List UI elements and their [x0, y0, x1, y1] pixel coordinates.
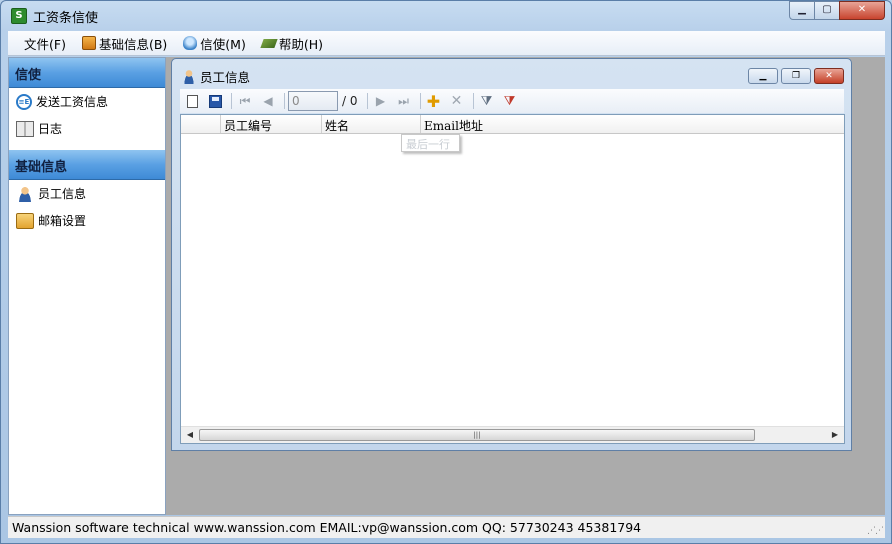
maximize-button[interactable]: ▢: [814, 1, 840, 20]
app-icon: S: [11, 8, 27, 24]
mailbox-icon: [16, 212, 34, 229]
toolbar-separator: [231, 93, 232, 109]
minimize-button[interactable]: ▁: [789, 1, 815, 20]
position-input[interactable]: 0: [288, 91, 338, 111]
grid-header-row: 员工编号 姓名 Email地址: [181, 115, 844, 134]
window-title: 工资条信使: [33, 11, 99, 26]
nav-item-label: 邮箱设置: [38, 214, 87, 228]
menu-help-label: 帮助(H): [278, 36, 323, 52]
menu-bar: 文件(F) 基础信息(B) 信使(M) 帮助(H): [8, 31, 885, 56]
scrollbar-thumb[interactable]: |||: [199, 429, 755, 441]
child-title-bar[interactable]: 员工信息: [182, 67, 250, 86]
new-document-button[interactable]: [182, 91, 202, 111]
binding-navigator-toolbar: ⏮ ◀ 0 / 0 ▶ ⏭ ✚ ✕ ⧩ ⧩: [180, 89, 844, 113]
menu-messenger[interactable]: 信使(M): [175, 32, 254, 54]
send-email-icon: ≡E: [16, 93, 32, 110]
move-previous-icon: ◀: [263, 94, 273, 108]
status-bar: Wanssion software technical www.wanssion…: [8, 516, 885, 538]
title-bar[interactable]: S 工资条信使 ▁ ▢ ✕: [1, 1, 891, 29]
child-close-button[interactable]: ✕: [814, 68, 844, 84]
nav-section-title: 基础信息: [15, 160, 68, 175]
add-new-button[interactable]: ✚: [424, 91, 444, 111]
scroll-right-arrow-icon[interactable]: ▶: [828, 429, 842, 441]
child-window-controls: ▁ ❐ ✕: [745, 68, 844, 84]
save-icon: [208, 94, 222, 108]
menu-messenger-label: 信使(M): [200, 36, 246, 52]
nav-item-label: 员工信息: [38, 187, 87, 201]
navigation-panel: 信使 ≡E 发送工资信息 日志 基础信息 员工信息 邮箱设置: [8, 57, 166, 515]
clear-filter-icon: ⧩: [503, 93, 516, 109]
move-first-button[interactable]: ⏮: [235, 91, 255, 111]
child-restore-button[interactable]: ❐: [781, 68, 811, 84]
employee-info-window: 员工信息 ▁ ❐ ✕ ⏮ ◀ 0 / 0 ▶ ⏭ ✚ ✕ ⧩ ⧩ 员工编号 姓名…: [171, 58, 852, 451]
delete-button[interactable]: ✕: [447, 91, 467, 111]
client-area: 信使 ≡E 发送工资信息 日志 基础信息 员工信息 邮箱设置 员工信息 ▁ ❐ …: [8, 57, 885, 515]
row-header-cell[interactable]: [181, 115, 221, 133]
window-controls: ▁ ▢ ✕: [789, 1, 885, 20]
book-icon: [260, 38, 278, 48]
person-icon: [182, 69, 196, 84]
move-last-button[interactable]: ⏭: [394, 91, 414, 111]
save-button[interactable]: [205, 91, 225, 111]
person-icon: [16, 185, 34, 202]
menu-basic-info[interactable]: 基础信息(B): [74, 32, 175, 54]
menu-file[interactable]: 文件(F): [16, 32, 74, 54]
column-header-employee-id[interactable]: 员工编号: [221, 115, 322, 133]
toolbar-separator: [284, 93, 285, 109]
delete-icon: ✕: [450, 93, 463, 109]
tooltip: 最后一行: [401, 134, 460, 152]
nav-item-mailbox-settings[interactable]: 邮箱设置: [9, 207, 165, 234]
filter-icon: ⧩: [480, 93, 493, 109]
nav-item-employee-info[interactable]: 员工信息: [9, 180, 165, 207]
nav-item-send-salary[interactable]: ≡E 发送工资信息: [9, 88, 165, 115]
main-window: S 工资条信使 ▁ ▢ ✕ 文件(F) 基础信息(B) 信使(M) 帮助(H) …: [0, 0, 892, 544]
menu-basic-info-label: 基础信息(B): [98, 36, 168, 52]
employee-data-grid[interactable]: 员工编号 姓名 Email地址 最后一行 ◀ ||| ▶: [180, 114, 845, 444]
resize-grip-icon[interactable]: ⋰⋰: [867, 526, 884, 536]
scroll-left-arrow-icon[interactable]: ◀: [183, 429, 197, 441]
move-next-button[interactable]: ▶: [371, 91, 391, 111]
log-book-icon: [16, 120, 34, 137]
move-next-icon: ▶: [375, 94, 386, 108]
move-first-icon: ⏮: [239, 93, 251, 108]
toolbar-separator: [419, 93, 421, 109]
horizontal-scrollbar[interactable]: ◀ ||| ▶: [181, 426, 844, 443]
move-last-icon: ⏭: [398, 93, 409, 108]
status-text: Wanssion software technical www.wanssion…: [12, 520, 642, 535]
count-label: / 0: [342, 94, 358, 108]
nav-section-header-basic-info[interactable]: 基础信息: [9, 150, 165, 180]
menu-file-label: 文件(F): [24, 36, 66, 52]
child-minimize-button[interactable]: ▁: [748, 68, 778, 84]
nav-item-label: 日志: [38, 122, 63, 136]
nav-section-header-messenger[interactable]: 信使: [9, 58, 165, 88]
box-icon: [81, 36, 96, 50]
lightbulb-icon: [183, 36, 198, 50]
nav-section-title: 信使: [15, 68, 42, 83]
child-window-title: 员工信息: [200, 70, 251, 85]
clear-filter-button[interactable]: ⧩: [500, 91, 520, 111]
close-button[interactable]: ✕: [839, 1, 885, 20]
toolbar-separator: [366, 93, 368, 109]
move-previous-button[interactable]: ◀: [258, 91, 278, 111]
plus-icon: ✚: [426, 91, 441, 111]
nav-item-log[interactable]: 日志: [9, 115, 165, 142]
column-header-email[interactable]: Email地址: [421, 115, 571, 133]
column-header-name[interactable]: 姓名: [322, 115, 421, 133]
toolbar-separator: [472, 93, 474, 109]
filter-button[interactable]: ⧩: [477, 91, 497, 111]
nav-item-label: 发送工资信息: [36, 95, 109, 109]
new-document-icon: [186, 94, 198, 108]
menu-help[interactable]: 帮助(H): [254, 32, 331, 54]
